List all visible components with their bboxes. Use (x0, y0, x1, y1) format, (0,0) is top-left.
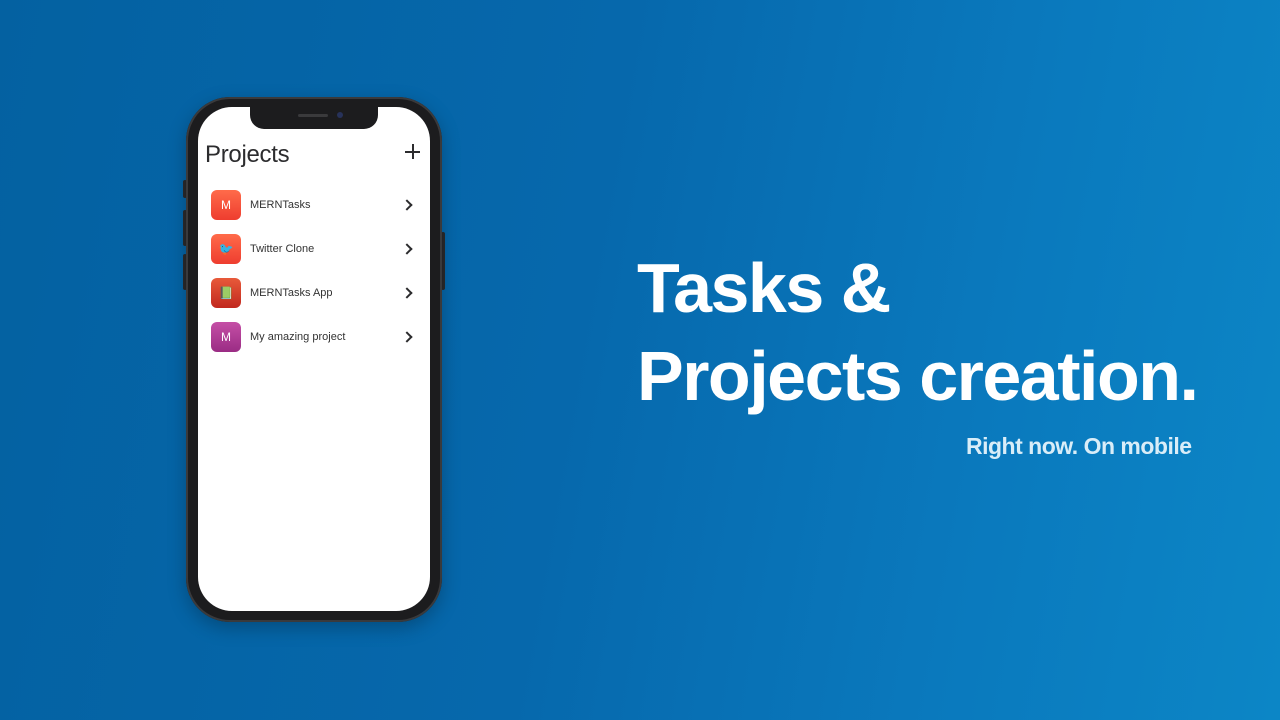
page-title: Projects (205, 141, 290, 168)
project-name: Twitter Clone (250, 243, 315, 255)
project-name: MERNTasks (250, 199, 311, 211)
chevron-right-icon (401, 243, 413, 255)
project-list: M MERNTasks 🐦 Twitter Clone 📗 MERNTasks … (198, 190, 430, 366)
project-avatar-icon: 📗 (211, 278, 241, 308)
speaker-grille (298, 114, 328, 117)
phone-mockup: Projects M MERNTasks 🐦 Twitter Clone 📗 M… (186, 97, 442, 622)
headline-line-1: Tasks & (637, 249, 891, 327)
front-camera-icon (337, 112, 343, 118)
hero-headline: Tasks & Projects creation. (637, 244, 1199, 420)
headline-line-2: Projects creation. (637, 337, 1199, 415)
project-name: My amazing project (250, 331, 346, 343)
phone-notch (250, 107, 378, 129)
chevron-right-icon (401, 199, 413, 211)
list-item[interactable]: M MERNTasks (198, 190, 430, 234)
list-item[interactable]: 📗 MERNTasks App (198, 278, 430, 322)
project-avatar-icon: M (211, 322, 241, 352)
list-item[interactable]: M My amazing project (198, 322, 430, 366)
project-avatar-icon: 🐦 (211, 234, 241, 264)
chevron-right-icon (401, 287, 413, 299)
list-item[interactable]: 🐦 Twitter Clone (198, 234, 430, 278)
add-project-button[interactable] (404, 143, 422, 161)
phone-screen: Projects M MERNTasks 🐦 Twitter Clone 📗 M… (198, 107, 430, 611)
hero-tagline: Right now. On mobile (966, 433, 1192, 459)
project-name: MERNTasks App (250, 287, 333, 299)
project-avatar-icon: M (211, 190, 241, 220)
chevron-right-icon (401, 331, 413, 343)
